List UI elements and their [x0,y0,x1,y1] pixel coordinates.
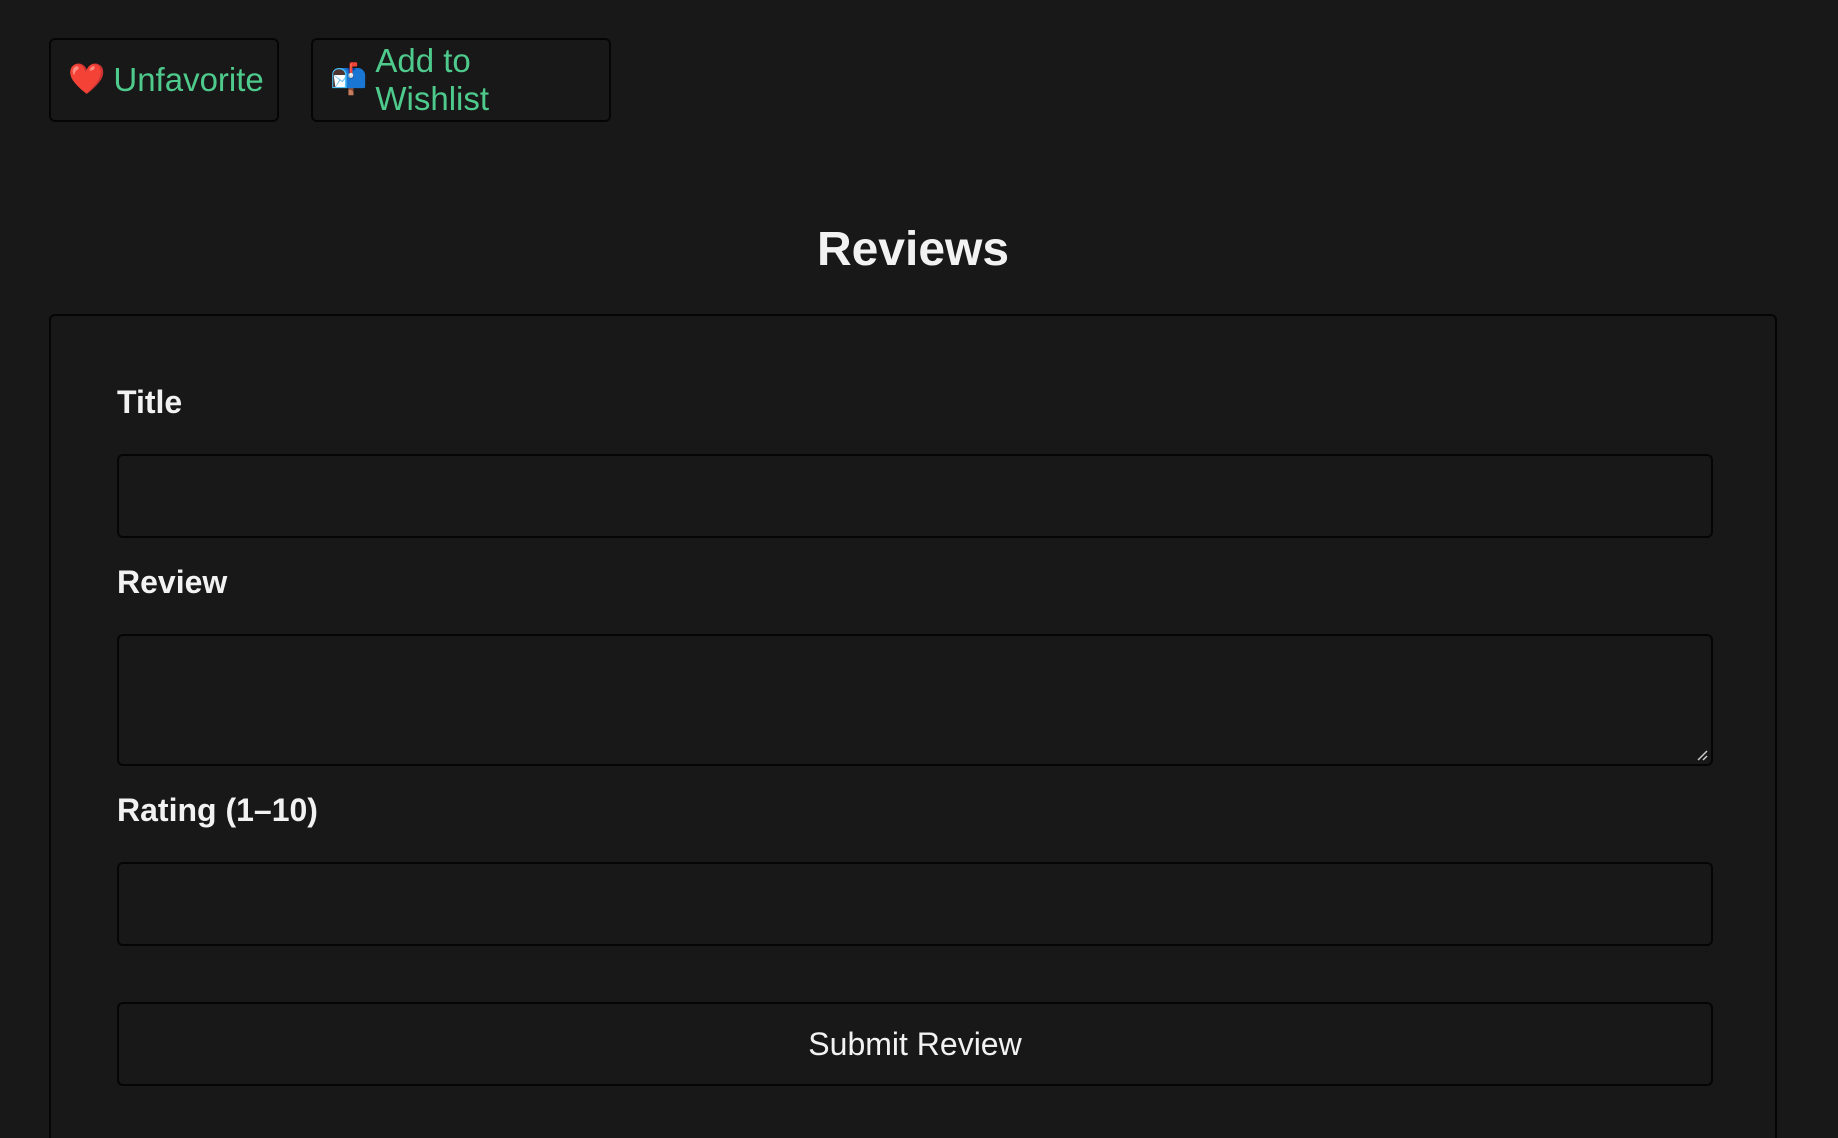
add-to-wishlist-button[interactable]: 📬 Add to Wishlist [311,38,611,122]
heart-icon: ❤️ [68,63,106,96]
add-to-wishlist-label: Add to Wishlist [375,42,490,117]
review-label: Review [117,564,228,600]
unfavorite-button[interactable]: ❤️ Unfavorite [49,38,279,122]
rating-input[interactable] [117,862,1713,946]
review-form: Title Review Rating (1–10) Submit Review [49,314,1777,1138]
mailbox-icon: 📬 [330,63,368,96]
rating-label: Rating (1–10) [117,792,318,828]
submit-review-label: Submit Review [808,1025,1022,1062]
action-buttons: ❤️ Unfavorite 📬 Add to Wishlist [49,38,611,122]
page: ❤️ Unfavorite 📬 Add to Wishlist Reviews … [0,0,1838,1138]
resize-grip-icon[interactable] [1696,749,1708,761]
title-label: Title [117,384,183,420]
title-input[interactable] [117,454,1713,538]
submit-review-button[interactable]: Submit Review [117,1002,1713,1086]
reviews-heading: Reviews [816,223,1010,276]
unfavorite-label: Unfavorite [113,61,264,98]
review-textarea[interactable] [117,634,1713,766]
